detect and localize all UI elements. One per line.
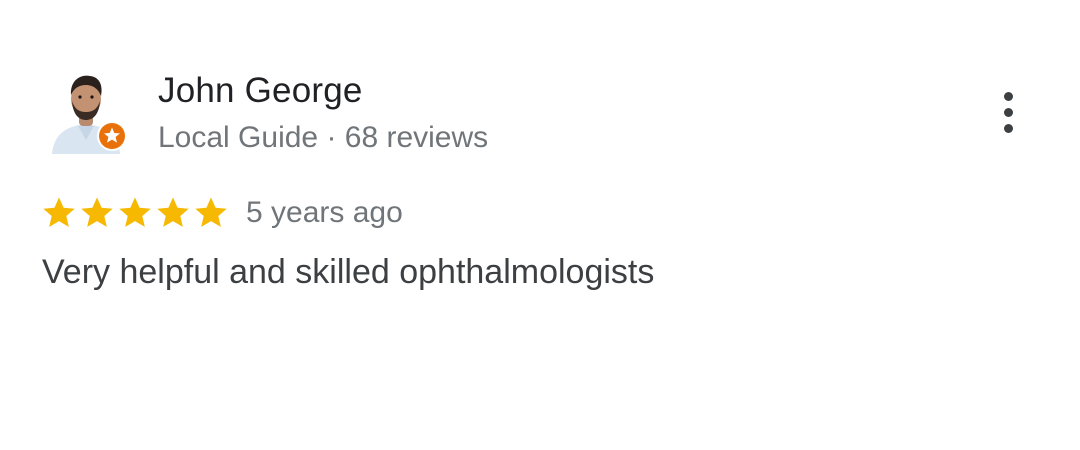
more-options-button[interactable] — [988, 86, 1028, 138]
more-vert-icon-dot — [1003, 107, 1013, 117]
reviewer-meta: Local Guide · 68 reviews — [158, 121, 489, 154]
star-icon — [195, 197, 227, 227]
star-icon — [119, 197, 151, 227]
more-vert-icon — [1003, 91, 1013, 101]
local-guide-badge-icon — [97, 121, 127, 151]
review-card: John George Local Guide · 68 reviews 5 y… — [0, 0, 1080, 450]
star-icon — [43, 197, 75, 227]
star-icon — [157, 197, 189, 227]
more-vert-icon-dot — [1003, 123, 1013, 133]
star-icon — [81, 197, 113, 227]
review-text: Very helpful and skilled ophthalmologist… — [42, 253, 655, 291]
reviewer-name[interactable]: John George — [158, 70, 363, 112]
review-time: 5 years ago — [246, 196, 403, 229]
reviewer-avatar[interactable] — [46, 68, 127, 154]
star-rating — [40, 193, 230, 233]
